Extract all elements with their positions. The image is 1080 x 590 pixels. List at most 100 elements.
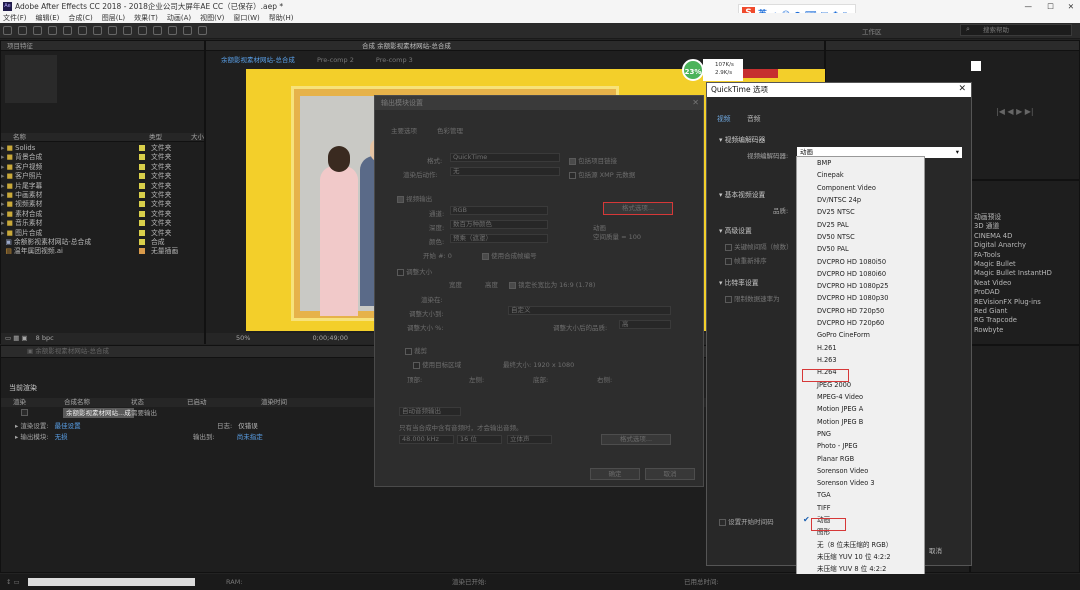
codec-option[interactable]: DV50 PAL	[797, 243, 924, 255]
channels-audio-select[interactable]: 立体声	[507, 435, 552, 444]
workspace-label[interactable]: 工作区	[862, 26, 882, 36]
col-time[interactable]: 渲染时间	[261, 398, 287, 407]
col-started[interactable]: 已启动	[187, 398, 207, 407]
depth-select[interactable]: 数百万种颜色	[450, 220, 548, 229]
effect-item[interactable]: Magic Bullet InstantHD	[974, 269, 1079, 278]
label-color[interactable]	[139, 201, 145, 208]
maximize-icon[interactable]: ☐	[1047, 0, 1054, 13]
crop-check[interactable]: 裁剪	[405, 345, 427, 355]
codec-option[interactable]: 未压缩 YUV 10 位 4:2:2	[797, 551, 924, 563]
pen-tool-icon[interactable]	[108, 26, 117, 35]
codec-option[interactable]: DVCPRO HD 1080p25	[797, 280, 924, 292]
hand-tool-icon[interactable]	[18, 26, 27, 35]
menu-view[interactable]: 视图(V)	[200, 14, 224, 22]
list-item[interactable]: ▸ ■ 视频素材 文件夹	[1, 200, 204, 209]
tab-audio[interactable]: 音频	[747, 113, 761, 123]
col-comp[interactable]: 合成名称	[64, 398, 90, 407]
codec-option[interactable]: DVCPRO HD 720p50	[797, 305, 924, 317]
codec-option[interactable]: DVCPRO HD 1080i60	[797, 268, 924, 280]
col-render[interactable]: 渲染	[13, 398, 26, 407]
channels-select[interactable]: RGB	[450, 206, 548, 215]
resize-preset-select[interactable]: 自定义	[508, 306, 671, 315]
rectangle-tool-icon[interactable]	[93, 26, 102, 35]
label-color[interactable]	[139, 229, 145, 236]
roto-tool-icon[interactable]	[183, 26, 192, 35]
post-render-select[interactable]: 无	[450, 167, 560, 176]
include-project-check[interactable]: 包括项目链接	[569, 155, 617, 165]
codec-option[interactable]: Cinepak	[797, 169, 924, 181]
tab-video[interactable]: 视频	[717, 113, 731, 123]
effect-item[interactable]: CINEMA 4D	[974, 232, 1079, 241]
resize-check[interactable]: 调整大小	[397, 266, 432, 276]
list-item[interactable]: ▸ ■ 背景合成 文件夹	[1, 153, 204, 162]
limit-bitrate-check[interactable]: 限制数据速率为	[725, 293, 780, 303]
label-color[interactable]	[139, 238, 145, 245]
codec-option[interactable]: PNG	[797, 428, 924, 440]
menu-window[interactable]: 窗口(W)	[233, 14, 259, 22]
bit-depth-select[interactable]: 16 位	[457, 435, 502, 444]
codec-option[interactable]: H.263	[797, 354, 924, 366]
output-to-value[interactable]: 尚未指定	[237, 433, 263, 441]
codec-option[interactable]: TIFF	[797, 502, 924, 514]
col-type[interactable]: 类型	[149, 133, 162, 142]
render-settings-value[interactable]: 最佳设置	[55, 422, 81, 430]
label-color[interactable]	[139, 220, 145, 227]
bpc-label[interactable]: 8 bpc	[36, 334, 54, 342]
output-module-value[interactable]: 无损	[55, 433, 68, 441]
codec-option[interactable]: Component Video	[797, 182, 924, 194]
codec-option[interactable]: Motion JPEG A	[797, 403, 924, 415]
frame-reorder-check[interactable]: 帧重新排序	[725, 255, 767, 265]
format-options-button[interactable]: 格式选项...	[603, 202, 673, 215]
minimize-icon[interactable]: —	[1025, 0, 1033, 13]
audio-output-select[interactable]: 自动音频输出	[399, 407, 461, 416]
codec-option[interactable]: DVCPRO HD 1080p30	[797, 292, 924, 304]
label-color[interactable]	[139, 248, 145, 255]
info-panel-header[interactable]	[826, 41, 1079, 51]
flow-item[interactable]: Pre-comp 3	[376, 56, 413, 64]
video-output-check[interactable]: 视频输出	[397, 193, 432, 203]
lock-ratio-check[interactable]: 锁定长宽比为 16:9 (1.78)	[509, 279, 595, 289]
start-timecode-check[interactable]: 设置开始时间码	[719, 516, 774, 526]
list-item[interactable]: ▤ 温年属团视频.ai 无量插画	[1, 247, 204, 256]
menu-edit[interactable]: 编辑(E)	[36, 14, 60, 22]
label-color[interactable]	[139, 173, 145, 180]
codec-option[interactable]: TGA	[797, 489, 924, 501]
project-panel-header[interactable]: 项目特征	[1, 41, 204, 51]
render-checkbox[interactable]	[21, 409, 28, 416]
close-icon[interactable]: ✕	[692, 98, 699, 107]
effect-item[interactable]: FA-Tools	[974, 251, 1079, 260]
list-item[interactable]: ▸ ■ 客户视频 文件夹	[1, 163, 204, 172]
menu-help[interactable]: 帮助(H)	[269, 14, 294, 22]
label-color[interactable]	[139, 163, 145, 170]
use-roi-check[interactable]: 使用目标区域	[413, 359, 461, 369]
puppet-tool-icon[interactable]	[198, 26, 207, 35]
menu-file[interactable]: 文件(F)	[3, 14, 27, 22]
stamp-tool-icon[interactable]	[153, 26, 162, 35]
codec-option[interactable]: BMP	[797, 157, 924, 169]
list-item[interactable]: ▸ ■ 素材合成 文件夹	[1, 210, 204, 219]
list-item[interactable]: ▸ ■ 图片合成 文件夹	[1, 229, 204, 238]
qt-cancel-button[interactable]: 取消	[929, 545, 942, 555]
bitrate-section[interactable]: ▾ 比特率设置	[719, 277, 759, 287]
brush-tool-icon[interactable]	[138, 26, 147, 35]
new-folder-icon[interactable]: ▭ ▦ ▣	[5, 334, 28, 342]
tab-main-options[interactable]: 主要选项	[391, 125, 417, 135]
codec-option[interactable]: 无（8 位未压缩的 RGB）	[797, 539, 924, 551]
advanced-section[interactable]: ▾ 高级设置	[719, 225, 752, 235]
menu-composition[interactable]: 合成(C)	[68, 14, 92, 22]
codec-option[interactable]: GoPro CineForm	[797, 329, 924, 341]
label-color[interactable]	[139, 154, 145, 161]
col-size[interactable]: 大小	[191, 133, 204, 142]
playback-controls[interactable]: |◀ ◀ ▶ ▶|	[996, 107, 1076, 117]
search-help-input[interactable]: 搜索帮助	[960, 24, 1072, 36]
ok-button[interactable]: 确定	[590, 468, 640, 480]
color-select[interactable]: 预乘（遮罩）	[450, 234, 548, 243]
list-item[interactable]: ▣ 余额影视素材网站-总合成 合成	[1, 238, 204, 247]
menu-animation[interactable]: 动画(A)	[167, 14, 191, 22]
col-name[interactable]: 名称	[13, 133, 26, 142]
basic-video-section[interactable]: ▾ 基本视频设置	[719, 189, 765, 199]
effect-item[interactable]: 动画预设	[974, 213, 1079, 222]
video-codec-section[interactable]: ▾ 视频编解码器	[719, 134, 765, 144]
resize-quality-select[interactable]: 高	[619, 320, 671, 329]
close-icon[interactable]: ✕	[1068, 0, 1074, 13]
